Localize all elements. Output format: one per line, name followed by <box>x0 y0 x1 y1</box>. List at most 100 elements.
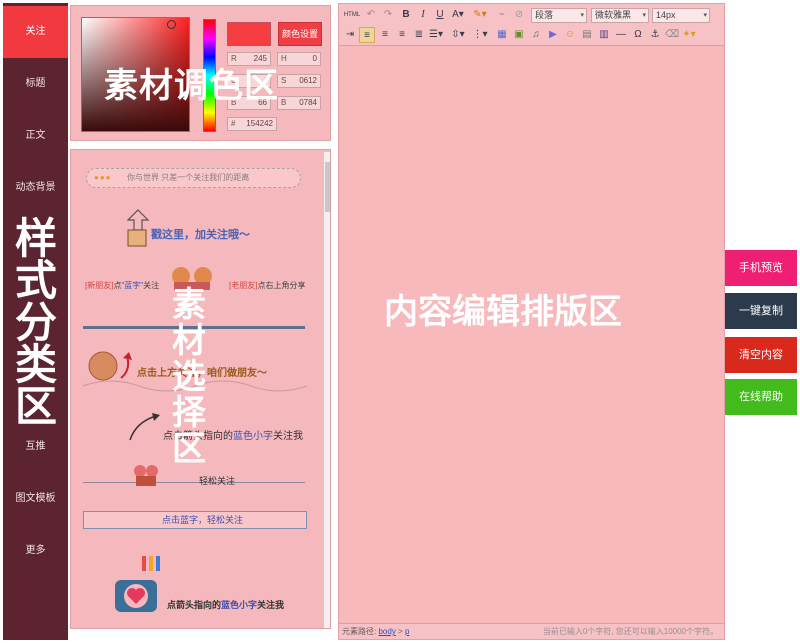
size-caret-icon: ▾ <box>703 12 707 19</box>
indent-icon[interactable]: ⇥ <box>342 27 358 43</box>
font-family-select[interactable]: 微软雅黑 ▾ <box>591 8 649 23</box>
sidebar-item-templates[interactable]: 图文模板 <box>3 473 68 525</box>
material-item-new-friend[interactable]: [新朋友]点"蓝字"关注 <box>85 280 159 291</box>
m7-text: 点击蓝字，轻松关注 <box>162 515 244 525</box>
content-editor: HTML ↶ ↷ B I U A▾ ✎▾ ⌁ ⊘ 段落 ▾ 微软雅黑 ▾ 14px ▾… <box>338 3 725 640</box>
b-field[interactable]: B 66 <box>227 96 271 110</box>
brightness-value: 0784 <box>299 98 317 107</box>
m3-tail: 关注 <box>143 281 160 290</box>
brightness-field[interactable]: B 0784 <box>277 96 321 110</box>
anchor-icon[interactable]: ⚓ <box>647 27 663 43</box>
material-item-old-friend[interactable]: [老朋友]点右上角分享 <box>229 280 305 291</box>
material-item-camera[interactable]: 点箭头指向的蓝色小字关注我 <box>167 598 284 611</box>
char-count-text: 当前已输入0个字符, 您还可以输入10000个字符。 <box>542 627 718 636</box>
hue-slider[interactable] <box>203 19 216 132</box>
highlight-icon[interactable]: ✎▾ <box>472 7 488 23</box>
paragraph-select-value: 段落 <box>535 10 554 20</box>
material-thin-line <box>83 482 305 483</box>
underline-icon[interactable]: U <box>432 7 448 23</box>
online-help-button[interactable]: 在线帮助 <box>725 379 797 415</box>
h-value: 0 <box>312 54 317 63</box>
kids-illustration-icon <box>172 267 212 290</box>
r-value: 245 <box>253 54 267 63</box>
align-right-icon[interactable]: ≡ <box>394 27 410 43</box>
copy-all-button[interactable]: 一键复制 <box>725 293 797 329</box>
color-set-button[interactable]: 颜色设置 <box>278 22 322 46</box>
sidebar-item-dynamic-bg[interactable]: 动态背景 <box>3 162 68 214</box>
html-source-button[interactable]: HTML <box>342 7 362 23</box>
material-item-click-follow[interactable]: 点击上方关注，咱们做朋友～ <box>137 364 267 379</box>
h-label: H <box>281 54 287 63</box>
eraser-icon[interactable]: ⌫ <box>664 27 680 43</box>
path-body-link[interactable]: body <box>378 627 395 636</box>
picker-cursor[interactable] <box>167 20 176 29</box>
undo-icon[interactable]: ↶ <box>363 7 379 23</box>
horizontal-rule-icon[interactable]: — <box>613 27 629 43</box>
align-justify-icon[interactable]: ≣ <box>411 27 427 43</box>
s-field[interactable]: S 0612 <box>277 74 321 88</box>
hex-field[interactable]: #154242 <box>227 117 277 131</box>
page-icon[interactable]: ▥ <box>596 27 612 43</box>
material-item-click-blue[interactable]: 点击蓝字，轻松关注 <box>83 511 307 529</box>
table-icon[interactable]: ▦ <box>494 27 510 43</box>
brightness-label: B <box>281 98 287 107</box>
paragraph-spacing-icon[interactable]: ⇳▾ <box>450 27 466 43</box>
redo-icon[interactable]: ↷ <box>380 7 396 23</box>
align-left-icon[interactable]: ≡ <box>359 27 375 43</box>
music-icon[interactable]: ♫ <box>528 27 544 43</box>
path-p-link[interactable]: p <box>405 627 409 636</box>
materials-scrollbar[interactable] <box>324 152 330 628</box>
editor-app: 关注 标题 正文 动态背景 互推 图文模板 更多 样式分类区 颜色设置 R 245… <box>0 0 800 643</box>
editor-overlay-label: 内容编辑排版区 <box>384 293 622 331</box>
material-item-blue-text[interactable]: 点击箭头指向的蓝色小字关注我 <box>163 427 303 442</box>
emoji-icon[interactable]: ☺ <box>562 27 578 43</box>
clear-format-icon[interactable]: ⊘ <box>511 7 527 23</box>
h-field[interactable]: H0 <box>277 52 321 66</box>
wavy-line-decoration <box>83 380 307 392</box>
magic-wand-icon[interactable]: ✦▾ <box>681 27 697 43</box>
m8-blue: 蓝色小字 <box>221 600 258 610</box>
line-height-icon[interactable]: ☰▾ <box>428 27 444 43</box>
m3r-tail: 点右上角分享 <box>257 281 306 290</box>
sidebar-item-title[interactable]: 标题 <box>3 58 68 110</box>
sidebar-item-body[interactable]: 正文 <box>3 110 68 162</box>
saturation-value-picker[interactable] <box>81 17 190 132</box>
editor-toolbar: HTML ↶ ↷ B I U A▾ ✎▾ ⌁ ⊘ 段落 ▾ 微软雅黑 ▾ 14px ▾… <box>339 4 724 46</box>
megaphone-arrow-icon <box>126 209 150 247</box>
list-icon[interactable]: ⋮▾ <box>472 27 488 43</box>
sidebar-item-more[interactable]: 更多 <box>3 525 68 577</box>
font-color-icon[interactable]: A▾ <box>450 7 466 23</box>
clear-content-button[interactable]: 清空内容 <box>725 337 797 373</box>
template-icon[interactable]: ▤ <box>579 27 595 43</box>
materials-scroll-thumb[interactable] <box>325 162 330 212</box>
italic-icon[interactable]: I <box>415 7 431 23</box>
m8-tail: 关注我 <box>257 600 285 610</box>
style-category-overlay-label: 样式分类区 <box>14 215 59 430</box>
mobile-preview-button[interactable]: 手机预览 <box>725 250 797 286</box>
material-item-poke[interactable]: 戳这里，加关注哦～ <box>151 226 250 242</box>
editor-statusbar: 元素路径: body > p 当前已输入0个字符, 您还可以输入10000个字符… <box>339 623 724 639</box>
r-label: R <box>231 54 237 63</box>
paragraph-select[interactable]: 段落 ▾ <box>531 8 587 23</box>
pencils-icon <box>142 556 160 571</box>
special-char-icon[interactable]: Ω <box>630 27 646 43</box>
video-icon[interactable]: ▶ <box>545 27 561 43</box>
path-separator: > <box>395 627 405 636</box>
sidebar-item-mutual-promo[interactable]: 互推 <box>3 421 68 473</box>
material-item-distance[interactable]: ●●● 你与世界 只差一个关注我们的距离 <box>86 168 301 188</box>
bold-icon[interactable]: B <box>398 7 414 23</box>
font-size-select[interactable]: 14px ▾ <box>652 8 710 23</box>
image-icon[interactable]: ▣ <box>511 27 527 43</box>
g-field[interactable]: G <box>227 74 271 88</box>
font-caret-icon: ▾ <box>642 12 646 19</box>
align-center-icon[interactable]: ≡ <box>377 27 393 43</box>
material-item-easy-follow[interactable]: 轻松关注 <box>199 474 235 487</box>
current-color-swatch <box>227 22 271 46</box>
format-brush-icon[interactable]: ⌁ <box>494 7 510 23</box>
material-divider-line[interactable] <box>83 326 305 329</box>
curved-arrow-icon <box>129 413 160 441</box>
r-field[interactable]: R 245 <box>227 52 271 66</box>
m5-tail: 关注我 <box>273 431 303 442</box>
sidebar-item-follow[interactable]: 关注 <box>3 6 68 58</box>
hex-value: 154242 <box>246 119 273 128</box>
